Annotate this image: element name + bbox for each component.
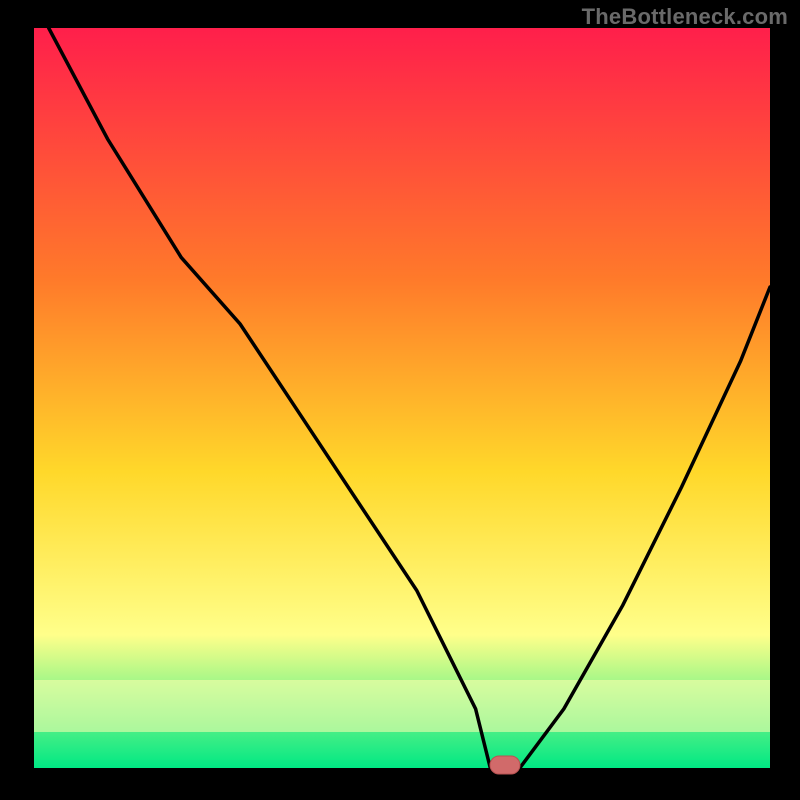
optimal-marker — [490, 756, 520, 774]
bottleneck-chart — [0, 0, 800, 800]
light-band — [34, 680, 770, 732]
plot-area — [34, 28, 770, 768]
chart-container: TheBottleneck.com — [0, 0, 800, 800]
watermark-text: TheBottleneck.com — [582, 4, 788, 30]
